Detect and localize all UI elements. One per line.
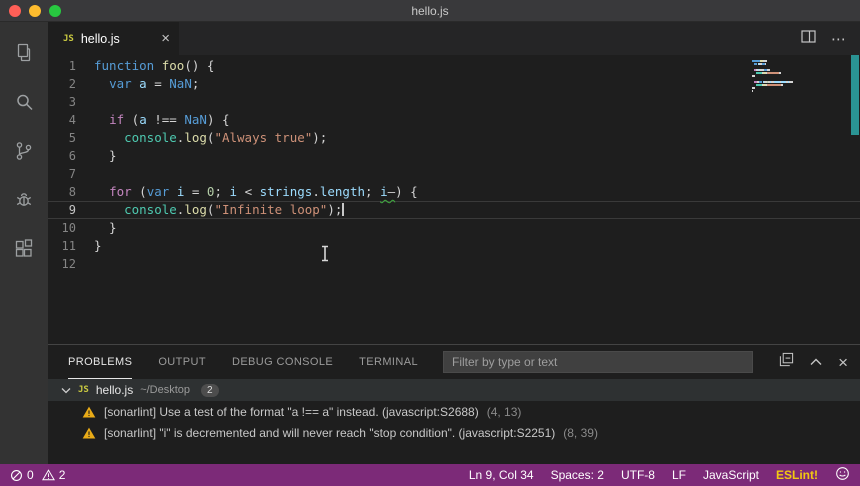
minimap[interactable] [752,60,802,96]
code-line-11[interactable]: 11} [48,237,860,255]
line-number: 6 [68,149,76,163]
error-count: 0 [27,468,34,482]
code-line-3[interactable]: 3 [48,93,860,111]
problems-file-name: hello.js [95,383,134,397]
code-lines: 1 function foo() {2 var a = NaN; 3 4 if (a … [48,57,860,273]
editor-region: JS hello.js × ⋯ 1 function foo() {2 var a… [48,22,860,464]
problems-filter-input[interactable] [443,351,753,373]
code-line-10[interactable]: 10 } [48,219,860,237]
panel-tab-terminal[interactable]: TERMINAL [359,345,418,379]
mouse-ibeam-cursor [322,245,328,262]
encoding-status[interactable]: UTF-8 [621,468,655,482]
panel-tab-output[interactable]: OUTPUT [158,345,206,379]
line-number: 12 [61,257,76,271]
text-caret [342,203,344,216]
code-editor[interactable]: 1 function foo() {2 var a = NaN; 3 4 if (a … [48,55,860,344]
line-number: 10 [61,221,76,235]
status-bar-right: Ln 9, Col 34 Spaces: 2 UTF-8 LF JavaScri… [469,466,850,484]
warning-icon [41,469,55,481]
warning-count: 2 [58,468,66,482]
javascript-file-icon: JS [63,33,74,44]
chevron-down-icon [61,381,71,399]
code-line-1[interactable]: 1 function foo() { [48,57,860,75]
problems-file-group[interactable]: JS hello.js ~/Desktop 2 [48,379,860,401]
eol-status[interactable]: LF [672,468,686,482]
close-tab-icon[interactable]: × [161,31,170,46]
line-number: 11 [61,239,76,253]
collapse-all-icon[interactable] [779,352,794,372]
line-number: 3 [68,95,76,109]
explorer-icon[interactable] [0,28,48,77]
problem-message: [sonarlint] "i" is decremented and will … [104,425,556,440]
main-area: JS hello.js × ⋯ 1 function foo() {2 var a… [0,22,860,464]
code-line-9[interactable]: 9 console.log("Infinite loop"); [48,201,860,219]
error-icon [11,469,22,481]
language-mode-status[interactable]: JavaScript [703,468,759,482]
code-line-4[interactable]: 4 if (a !== NaN) { [48,111,860,129]
panel-actions: × [779,345,848,379]
problem-location: (4, 13) [486,404,522,419]
extensions-icon[interactable] [0,224,48,273]
scrollbar-thumb[interactable] [851,55,859,135]
cursor-position-status[interactable]: Ln 9, Col 34 [469,468,534,482]
panel-header: PROBLEMS OUTPUT DEBUG CONSOLE TERMINAL F… [48,345,860,379]
titlebar: hello.js [0,0,860,22]
tab-label: hello.js [80,31,120,46]
split-editor-icon[interactable] [801,30,816,47]
editor-actions: ⋯ [801,22,860,55]
problem-message: [sonarlint] Use a test of the format "a … [104,404,479,419]
code-line-5[interactable]: 5 console.log("Always true"); [48,129,860,147]
line-number: 4 [68,113,76,127]
problem-location: (8, 39) [563,425,598,440]
line-number: 1 [68,59,76,73]
code-line-6[interactable]: 6 } [48,147,860,165]
close-window-button[interactable] [9,4,21,17]
zoom-window-button[interactable] [49,4,61,17]
line-number: 8 [68,185,76,199]
maximize-panel-icon[interactable] [810,353,822,371]
line-number: 5 [68,131,76,145]
line-number: 2 [68,77,76,91]
window-controls [9,0,61,21]
code-line-8[interactable]: 8 for (var i = 0; i < strings.length; i—… [48,183,860,201]
problems-list: [sonarlint] Use a test of the format "a … [48,401,860,443]
problems-file-path: ~/Desktop [140,384,191,396]
code-line-12[interactable]: 12 [48,255,860,273]
warning-icon [82,406,96,418]
eslint-status[interactable]: ESLint! [776,468,818,482]
window-title: hello.js [411,3,449,18]
code-line-7[interactable]: 7 [48,165,860,183]
feedback-smiley-icon[interactable] [835,466,850,484]
close-panel-icon[interactable]: × [838,354,848,371]
debug-icon[interactable] [0,175,48,224]
problems-count-badge: 2 [201,383,219,397]
problem-item[interactable]: [sonarlint] Use a test of the format "a … [48,401,860,422]
tab-bar: JS hello.js × ⋯ [48,22,860,55]
indentation-status[interactable]: Spaces: 2 [551,468,604,482]
minimize-window-button[interactable] [29,4,41,17]
vscode-window: hello.js JS hello.js × ⋯ 1 function foo(… [0,0,860,486]
source-control-icon[interactable] [0,126,48,175]
panel-tab-problems[interactable]: PROBLEMS [68,345,133,379]
bottom-panel: PROBLEMS OUTPUT DEBUG CONSOLE TERMINAL F… [48,344,860,464]
warning-icon [82,427,96,439]
tab-hello-js[interactable]: JS hello.js × [48,22,179,55]
activity-bar [0,22,48,464]
javascript-file-icon: JS [78,385,89,395]
search-icon[interactable] [0,77,48,126]
problem-item[interactable]: [sonarlint] "i" is decremented and will … [48,422,860,443]
more-actions-icon[interactable]: ⋯ [831,30,846,48]
status-bar: 0 2 Ln 9, Col 34 Spaces: 2 UTF-8 LF Java… [0,464,860,486]
problems-status[interactable]: 0 2 [10,468,65,482]
line-number: 7 [68,167,76,181]
panel-tab-debug-console[interactable]: DEBUG CONSOLE [232,345,333,379]
code-line-2[interactable]: 2 var a = NaN; [48,75,860,93]
line-number: 9 [68,203,76,217]
